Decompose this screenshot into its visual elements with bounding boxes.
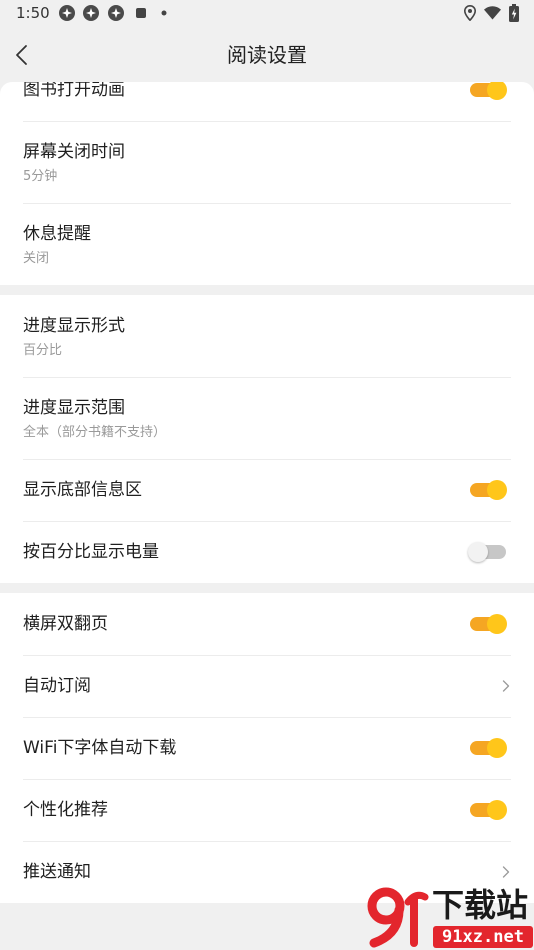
setting-wifi-font-download[interactable]: WiFi下字体自动下载 bbox=[0, 717, 534, 779]
toggle-knob bbox=[487, 82, 507, 100]
setting-personalized-recommendation[interactable]: 个性化推荐 bbox=[0, 779, 534, 841]
setting-book-open-animation[interactable]: 图书打开动画 bbox=[0, 82, 534, 121]
setting-title: 休息提醒 bbox=[23, 224, 91, 244]
setting-bottom-info-area[interactable]: 显示底部信息区 bbox=[0, 459, 534, 521]
setting-title: 按百分比显示电量 bbox=[23, 542, 159, 562]
setting-screen-off-time[interactable]: 屏幕关闭时间 5分钟 bbox=[0, 121, 534, 203]
chevron-right-icon bbox=[502, 680, 510, 692]
setting-progress-range[interactable]: 进度显示范围 全本（部分书籍不支持） bbox=[0, 377, 534, 459]
setting-title: 自动订阅 bbox=[23, 676, 91, 696]
status-bar: 1:50 bbox=[0, 0, 534, 27]
setting-rest-reminder[interactable]: 休息提醒 关闭 bbox=[0, 203, 534, 285]
watermark-logo-icon bbox=[367, 887, 429, 948]
location-icon bbox=[464, 5, 476, 21]
settings-group-2: 进度显示形式 百分比 进度显示范围 全本（部分书籍不支持） 显示底部信息区 按百… bbox=[0, 295, 534, 583]
settings-group-1: 图书打开动画 屏幕关闭时间 5分钟 休息提醒 关闭 bbox=[0, 82, 534, 285]
setting-value: 5分钟 bbox=[23, 169, 58, 184]
app-notification-icon bbox=[59, 5, 75, 21]
battery-charging-icon bbox=[509, 4, 519, 22]
setting-title: 进度显示范围 bbox=[23, 398, 125, 418]
watermark-name: 下载站 bbox=[432, 886, 529, 924]
settings-group-3: 横屏双翻页 自动订阅 WiFi下字体自动下载 个性化推荐 推送通知 bbox=[0, 593, 534, 903]
setting-auto-subscribe[interactable]: 自动订阅 bbox=[0, 655, 534, 717]
status-time: 1:50 bbox=[16, 4, 50, 22]
setting-title: 横屏双翻页 bbox=[23, 614, 108, 634]
watermark-url: 91xz.net bbox=[433, 926, 533, 948]
app-header: 阅读设置 bbox=[0, 27, 534, 83]
toggle-knob bbox=[487, 480, 507, 500]
battery-percentage-toggle[interactable] bbox=[468, 542, 508, 562]
landscape-double-page-toggle[interactable] bbox=[468, 614, 508, 634]
setting-title: 显示底部信息区 bbox=[23, 480, 142, 500]
setting-value: 关闭 bbox=[23, 251, 50, 266]
setting-value: 全本（部分书籍不支持） bbox=[23, 425, 167, 440]
setting-title: 个性化推荐 bbox=[23, 800, 108, 820]
setting-title: WiFi下字体自动下载 bbox=[23, 738, 177, 758]
setting-title: 屏幕关闭时间 bbox=[23, 142, 125, 162]
toggle-knob bbox=[487, 738, 507, 758]
book-open-animation-toggle[interactable] bbox=[468, 82, 508, 100]
setting-title: 推送通知 bbox=[23, 862, 91, 882]
chevron-right-icon bbox=[502, 866, 510, 878]
page-title: 阅读设置 bbox=[227, 43, 307, 67]
setting-title: 图书打开动画 bbox=[23, 82, 125, 100]
app-notification-icon bbox=[108, 5, 124, 21]
personalized-recommendation-toggle[interactable] bbox=[468, 800, 508, 820]
settings-scroll-area[interactable]: 图书打开动画 屏幕关闭时间 5分钟 休息提醒 关闭 进度显示形式 百分比 进度显… bbox=[0, 82, 534, 950]
wifi-font-download-toggle[interactable] bbox=[468, 738, 508, 758]
stop-square-icon bbox=[136, 8, 146, 18]
setting-title: 进度显示形式 bbox=[23, 316, 125, 336]
setting-battery-percentage[interactable]: 按百分比显示电量 bbox=[0, 521, 534, 583]
setting-progress-format[interactable]: 进度显示形式 百分比 bbox=[0, 295, 534, 377]
toggle-knob bbox=[468, 542, 488, 562]
toggle-knob bbox=[487, 800, 507, 820]
wifi-icon bbox=[484, 6, 501, 20]
bottom-info-area-toggle[interactable] bbox=[468, 480, 508, 500]
toggle-knob bbox=[487, 614, 507, 634]
more-dot-icon bbox=[161, 10, 167, 16]
setting-landscape-double-page[interactable]: 横屏双翻页 bbox=[0, 593, 534, 655]
app-notification-icon bbox=[83, 5, 99, 21]
setting-value: 百分比 bbox=[23, 343, 63, 358]
settings-list: 图书打开动画 屏幕关闭时间 5分钟 休息提醒 关闭 进度显示形式 百分比 进度显… bbox=[0, 82, 534, 903]
